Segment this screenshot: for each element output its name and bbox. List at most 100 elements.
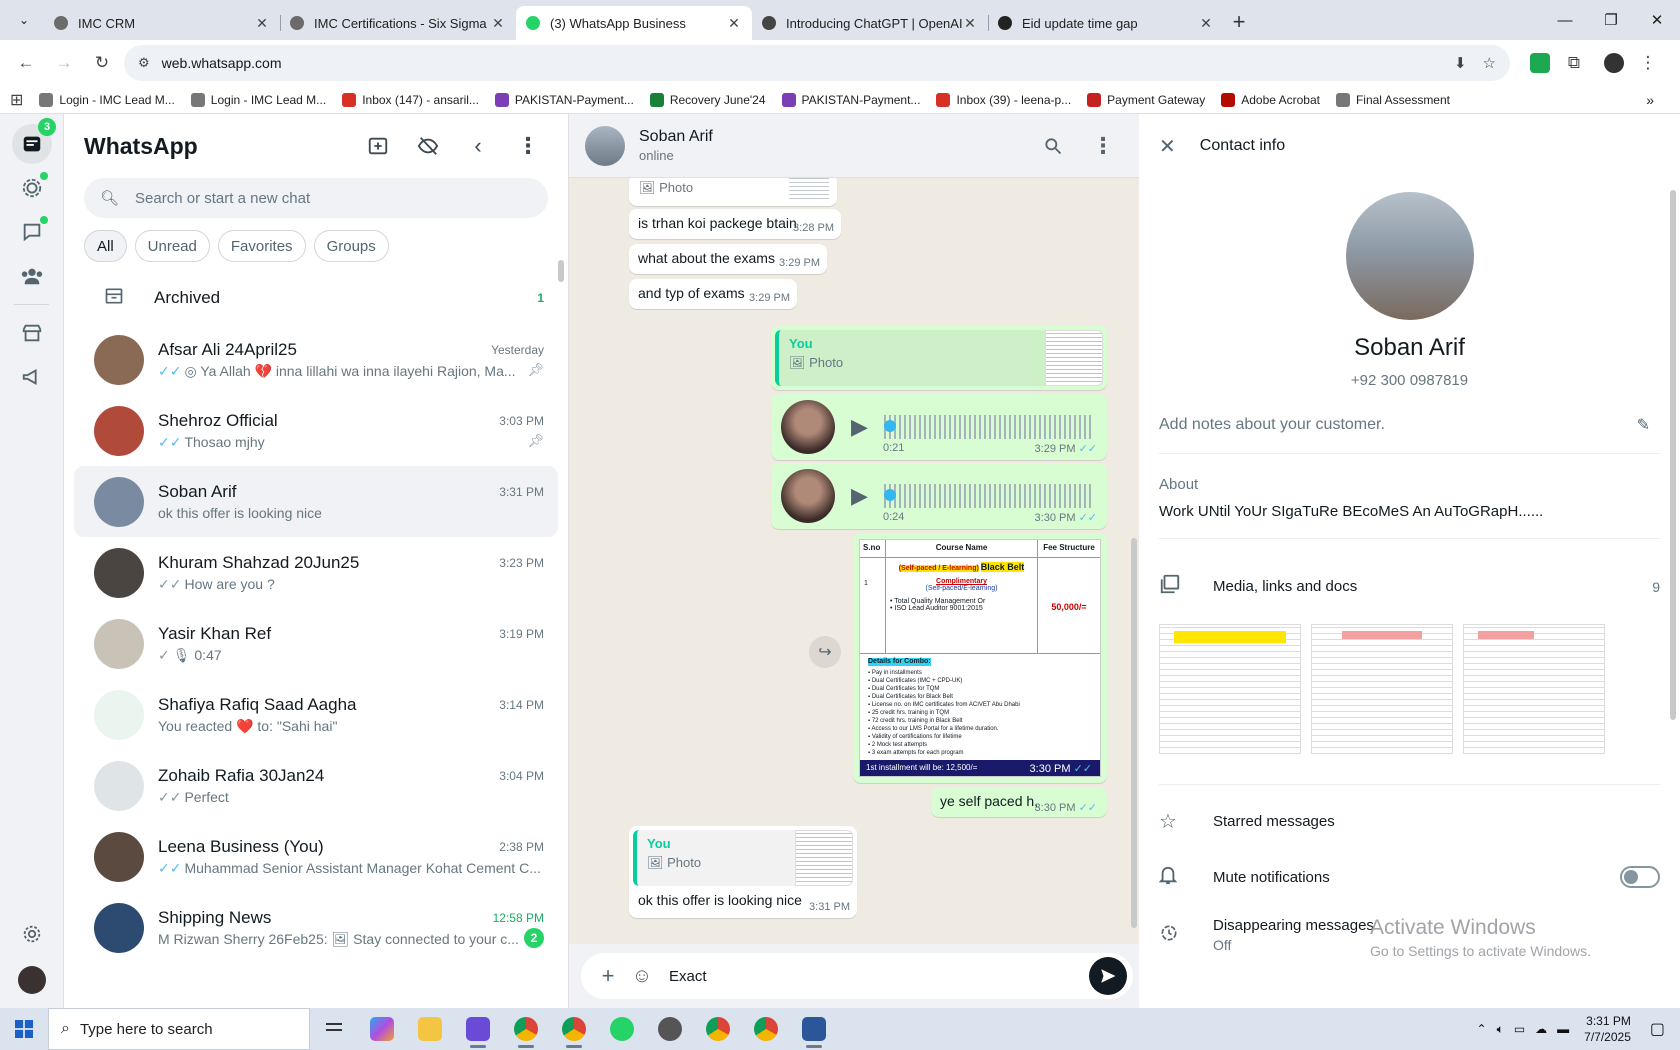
filter-chip[interactable]: All	[84, 230, 127, 262]
app-icon[interactable]	[454, 1008, 502, 1050]
settings-icon[interactable]	[12, 914, 52, 954]
file-explorer-icon[interactable]	[406, 1008, 454, 1050]
channels-icon[interactable]	[12, 212, 52, 252]
chat-list-item[interactable]: Khuram Shahzad 20Jun25 3:23 PM ✓✓ How are y…	[74, 537, 558, 608]
volume-icon[interactable]: 🔈︎	[1497, 1022, 1504, 1037]
collapse-chevron-icon[interactable]: ‹	[458, 126, 498, 166]
customer-notes[interactable]: Add notes about your customer. ✎	[1139, 415, 1680, 435]
chrome-icon[interactable]	[502, 1008, 550, 1050]
chat-list-scrollbar[interactable]	[558, 260, 564, 282]
close-icon[interactable]: ✕	[1159, 134, 1176, 159]
tab-search-icon[interactable]: ⌄	[12, 8, 36, 32]
word-icon[interactable]	[790, 1008, 838, 1050]
chat-list-item[interactable]: Shafiya Rafiq Saad Aagha 3:14 PM You react…	[74, 679, 558, 750]
chrome-icon[interactable]	[742, 1008, 790, 1050]
voice-message[interactable]: ▶ 0:24 3:30 PM ✓✓	[771, 463, 1107, 529]
close-window-icon[interactable]: ✕	[1634, 0, 1680, 40]
message-bubble[interactable]: ye self paced h, 3:30 PM ✓✓	[931, 787, 1107, 817]
bookmark-item[interactable]: Adobe Acrobat	[1221, 92, 1320, 107]
tab-close-icon[interactable]: ✕	[962, 15, 978, 32]
copilot-icon[interactable]	[358, 1008, 406, 1050]
install-app-icon[interactable]: ⬇	[1454, 54, 1467, 72]
bookmark-more-icon[interactable]: »	[1646, 92, 1654, 108]
taskbar-search[interactable]: ⌕ Type here to search	[48, 1008, 310, 1050]
bookmark-item[interactable]: Login - IMC Lead M...	[39, 92, 175, 107]
bookmark-item[interactable]: Recovery June'24	[649, 92, 766, 107]
forward-icon[interactable]: ↪	[809, 636, 841, 668]
catalog-icon[interactable]	[12, 313, 52, 353]
chats-icon[interactable]: 3	[12, 118, 56, 164]
bookmark-item[interactable]: Inbox (39) - leena-p...	[936, 92, 1071, 107]
menu-icon[interactable]: ⋮	[508, 126, 548, 166]
task-view-icon[interactable]	[310, 1008, 358, 1050]
chat-list-item[interactable]: Yasir Khan Ref 3:19 PM ✓ 🎙 0:47	[74, 608, 558, 679]
site-info-icon[interactable]: ⚙	[138, 55, 150, 71]
communities-icon[interactable]	[12, 256, 52, 296]
bookmark-item[interactable]: Login - IMC Lead M...	[190, 92, 326, 107]
chat-list-item[interactable]: Soban Arif 3:31 PM ok this offer is lookin…	[74, 466, 558, 537]
tab-close-icon[interactable]: ✕	[1198, 15, 1214, 32]
starred-messages-row[interactable]: ☆ Starred messages	[1139, 793, 1680, 849]
profile-photo[interactable]	[12, 960, 52, 1000]
message-bubble-quote[interactable]: You 🖼 Photo	[771, 326, 1107, 390]
play-icon[interactable]: ▶	[851, 414, 868, 440]
back-icon[interactable]: ←	[10, 47, 42, 79]
bookmark-star-icon[interactable]: ☆	[1483, 54, 1496, 72]
browser-tab[interactable]: Introducing ChatGPT | OpenAI ✕	[752, 6, 988, 40]
chrome-icon[interactable]	[550, 1008, 598, 1050]
messages-scrollbar[interactable]	[1131, 538, 1137, 928]
message-bubble[interactable]: 🖼 Photo	[629, 178, 837, 206]
profile-avatar[interactable]	[1604, 53, 1624, 73]
message-input-wrap[interactable]: + ☺ Exact	[581, 953, 1133, 999]
chat-list-item[interactable]: Shipping News 12:58 PM M Rizwan Sherry 26F…	[74, 892, 558, 963]
chat-list-item[interactable]: Shehroz Official 3:03 PM ✓✓ Thosao mjhy 📌︎	[74, 395, 558, 466]
extension-icon[interactable]	[1530, 53, 1550, 73]
minimize-icon[interactable]: —	[1542, 0, 1588, 40]
browser-tab[interactable]: IMC CRM ✕	[44, 6, 280, 40]
message-bubble-reply[interactable]: You 🖼 Photo ok this offer is looking nic…	[629, 826, 857, 918]
search-messages-icon[interactable]	[1033, 126, 1073, 166]
waveform[interactable]	[883, 415, 1091, 439]
filter-chip[interactable]: Unread	[134, 230, 210, 262]
image-message[interactable]: S.no Course Name Fee Structure 1 (Self-p…	[853, 533, 1107, 783]
browser-tab[interactable]: IMC Certifications - Six Sigma G ✕	[280, 6, 516, 40]
media-thumbnail[interactable]	[1311, 624, 1453, 754]
bookmark-item[interactable]: PAKISTAN-Payment...	[781, 92, 920, 107]
search-input[interactable]: 🔍︎ Search or start a new chat	[84, 178, 548, 218]
tab-close-icon[interactable]: ✕	[254, 15, 270, 32]
voice-message[interactable]: ▶ 0:21 3:29 PM ✓✓	[771, 394, 1107, 460]
chrome-icon[interactable]	[694, 1008, 742, 1050]
mute-notifications-row[interactable]: Mute notifications	[1139, 849, 1680, 905]
filter-chip[interactable]: Groups	[313, 230, 389, 262]
extensions-puzzle-icon[interactable]: ⧉	[1558, 47, 1590, 79]
browser-menu-icon[interactable]: ⋮	[1632, 47, 1664, 79]
archived-row[interactable]: Archived 1	[64, 272, 568, 324]
media-links-docs-row[interactable]: Media, links and docs 9	[1139, 573, 1680, 600]
restore-icon[interactable]: ❐	[1588, 0, 1634, 40]
privacy-eye-icon[interactable]	[408, 126, 448, 166]
apps-grid-icon[interactable]: ⊞	[10, 90, 23, 110]
send-icon[interactable]	[1089, 957, 1127, 995]
mute-toggle[interactable]	[1620, 866, 1660, 888]
conversation-header[interactable]: Soban Arif online ⋮	[569, 114, 1139, 178]
bookmark-item[interactable]: Final Assessment	[1335, 92, 1450, 107]
waveform[interactable]	[883, 484, 1091, 508]
tab-close-icon[interactable]: ✕	[726, 15, 742, 32]
bookmark-item[interactable]: Payment Gateway	[1087, 92, 1205, 107]
fee-structure-image[interactable]: S.no Course Name Fee Structure 1 (Self-p…	[859, 539, 1101, 777]
windows-start-icon[interactable]	[0, 1008, 48, 1050]
network-icon[interactable]: ▭	[1514, 1022, 1525, 1036]
forward-icon[interactable]: →	[48, 47, 80, 79]
new-chat-icon[interactable]	[358, 126, 398, 166]
status-icon[interactable]	[12, 168, 52, 208]
message-bubble[interactable]: is trhan koi packege btain 3:28 PM	[629, 209, 841, 239]
tray-chevron-icon[interactable]: ⌃	[1477, 1022, 1487, 1036]
quoted-message[interactable]: You 🖼 Photo	[775, 330, 1103, 386]
emoji-sticker-icon[interactable]: ☺	[625, 959, 659, 993]
contact-avatar[interactable]	[585, 125, 625, 166]
chat-list-item[interactable]: Leena Business (You) 2:38 PM ✓✓ Muhammad Se…	[74, 821, 558, 892]
advertise-icon[interactable]	[12, 357, 52, 397]
media-thumbnail[interactable]	[1159, 624, 1301, 754]
bookmark-item[interactable]: Inbox (147) - ansaril...	[342, 92, 479, 107]
conversation-menu-icon[interactable]: ⋮	[1083, 126, 1123, 166]
